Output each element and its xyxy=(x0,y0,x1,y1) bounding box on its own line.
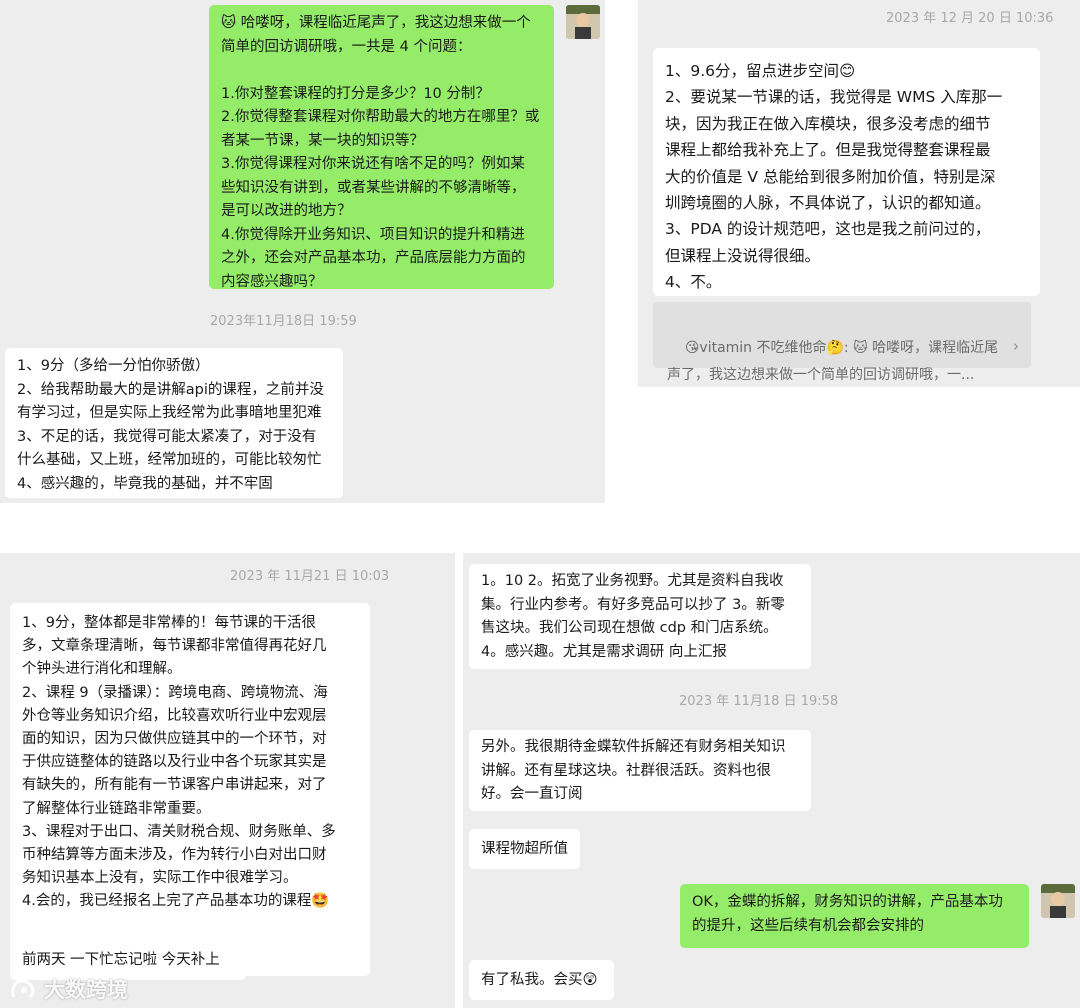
incoming-reply-bubble[interactable]: 1、9分（多给一分怕你骄傲） 2、给我帮助最大的是讲解api的课程，之前并没 有… xyxy=(5,348,343,498)
incoming-reply-bubble[interactable]: 1、9.6分，留点进步空间😊 2、要说某一节课的话，我觉得是 WMS 入库那一 … xyxy=(653,48,1040,296)
chat-panel-2: 2023 年 12 月 20 日 10:36 1、9.6分，留点进步空间😊 2、… xyxy=(638,0,1080,387)
user-avatar[interactable] xyxy=(566,5,600,39)
incoming-message-bubble[interactable]: 1。10 2。拓宽了业务视野。尤其是资料自我收 集。行业内参考。有好多竞品可以抄… xyxy=(469,564,811,669)
incoming-message-bubble[interactable]: 有了私我。会买😲 xyxy=(469,960,614,1000)
chat-panel-4: 1。10 2。拓宽了业务视野。尤其是资料自我收 集。行业内参考。有好多竞品可以抄… xyxy=(463,553,1080,1008)
outgoing-message-bubble[interactable]: OK，金蝶的拆解，财务知识的讲解，产品基本功 的提升，这些后续有机会都会安排的 xyxy=(680,884,1029,948)
timestamp: 2023年11月18日 19:59 xyxy=(210,314,357,329)
watermark-icon xyxy=(11,979,35,999)
quoted-message[interactable]: 😘vitamin 不吃维他命🤔: 🐱 哈喽呀，课程临近尾 声了，我这边想来做一个… xyxy=(653,302,1031,383)
chevron-right-icon: › xyxy=(1013,337,1019,355)
timestamp: 2023 年 11月18 日 19:58 xyxy=(679,694,839,709)
timestamp: 2023 年 12 月 20 日 10:36 xyxy=(886,11,1054,26)
quote-text: 😘vitamin 不吃维他命🤔: 🐱 哈喽呀，课程临近尾 声了，我这边想来做一个… xyxy=(667,340,999,383)
chat-panel-1: 🐱 哈喽呀，课程临近尾声了，我这边想来做一个 简单的回访调研哦，一共是 4 个问… xyxy=(0,0,605,503)
incoming-message-bubble[interactable]: 另外。我很期待金蝶软件拆解还有财务相关知识 讲解。还有星球这块。社群很活跃。资料… xyxy=(469,730,811,811)
chat-panel-3: 2023 年 11月21 日 10:03 1、9分，整体都是非常棒的！每节课的干… xyxy=(0,553,455,1008)
user-avatar[interactable] xyxy=(1041,884,1075,918)
timestamp: 2023 年 11月21 日 10:03 xyxy=(230,569,390,584)
incoming-message-bubble[interactable]: 课程物超所值 xyxy=(469,829,580,869)
incoming-reply-bubble[interactable]: 1、9分，整体都是非常棒的！每节课的干活很 多，文章条理清晰，每节课都非常值得再… xyxy=(10,603,370,976)
watermark-logo: 大数跨境 xyxy=(10,974,128,1004)
watermark-text: 大数跨境 xyxy=(44,978,128,1002)
outgoing-question-bubble[interactable]: 🐱 哈喽呀，课程临近尾声了，我这边想来做一个 简单的回访调研哦，一共是 4 个问… xyxy=(209,5,554,290)
